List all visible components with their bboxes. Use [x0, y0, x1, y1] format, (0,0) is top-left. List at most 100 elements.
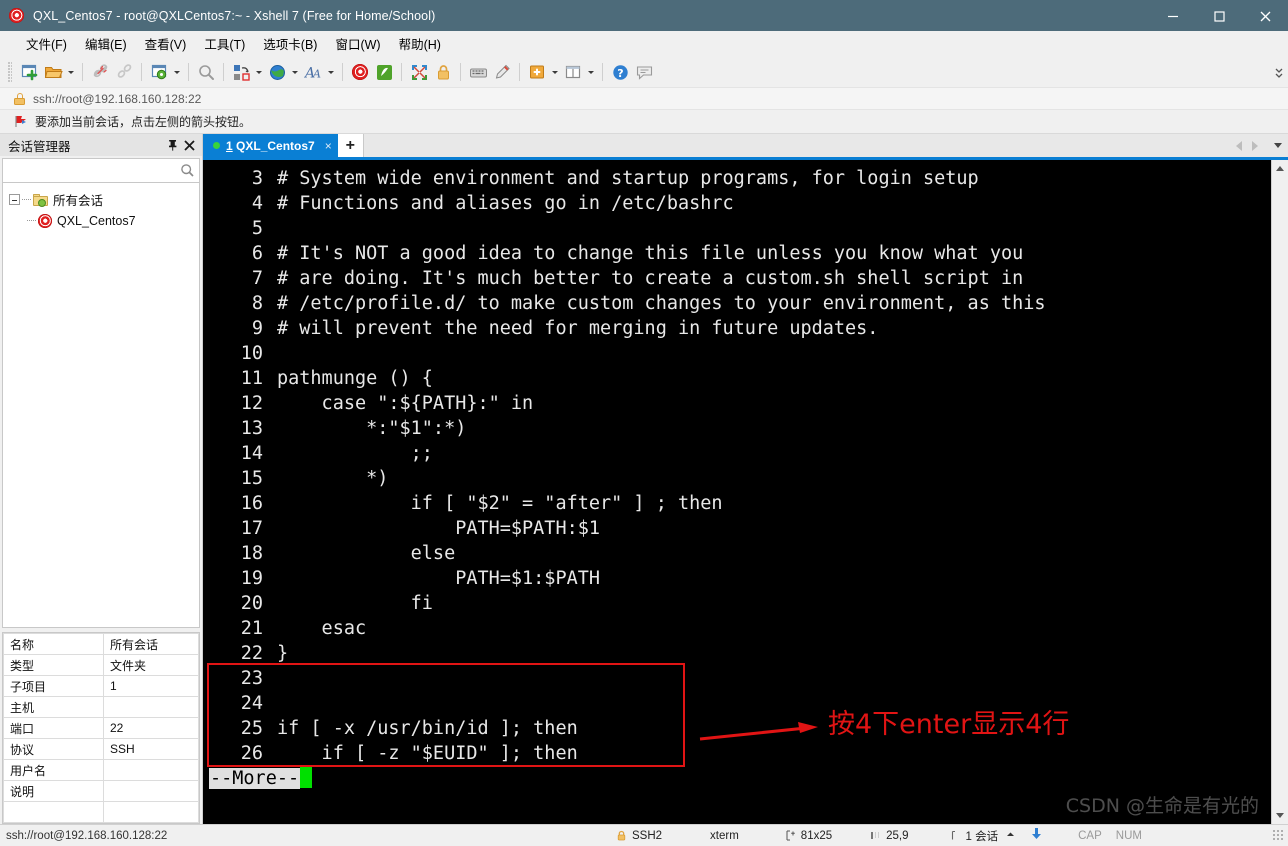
toolbar-separator: [223, 63, 224, 81]
minimize-button[interactable]: [1150, 0, 1196, 31]
prop-value: SSH: [103, 738, 199, 760]
expander-icon[interactable]: [9, 194, 20, 205]
terminal-line: 14 ;;: [203, 441, 1271, 466]
terminal-line-number: 11: [240, 368, 263, 389]
panel-layout-dropdown-icon[interactable]: [585, 60, 597, 84]
terminal-line-text: PATH=$PATH:$1: [277, 518, 601, 539]
feedback-icon[interactable]: [632, 60, 656, 84]
toolbar-separator: [82, 63, 83, 81]
new-tab-button[interactable]: +: [337, 134, 364, 157]
xshell-spiral-icon: [38, 213, 52, 228]
notice-bar: 要添加当前会话，点击左侧的箭头按钮。: [0, 110, 1288, 134]
menu-edit[interactable]: 编辑(E): [76, 31, 136, 57]
keyboard-icon[interactable]: [466, 60, 490, 84]
prop-key: 说明: [3, 780, 104, 802]
terminal-line: 5: [203, 216, 1271, 241]
terminal-screen[interactable]: 3 # System wide environment and startup p…: [203, 160, 1271, 824]
session-properties-table: 名称 所有会话 类型 文件夹 子项目 1 主机 端口 22 协议 SSH 用户名…: [2, 632, 200, 824]
terminal-line-number: 26: [240, 743, 263, 764]
close-icon[interactable]: [181, 136, 198, 154]
panel-layout-icon[interactable]: [561, 60, 585, 84]
address-bar[interactable]: ssh://root@192.168.160.128:22: [0, 87, 1288, 110]
prop-value: [103, 696, 199, 718]
toolbar-grip[interactable]: [8, 62, 12, 82]
notice-text: 要添加当前会话，点击左侧的箭头按钮。: [35, 115, 252, 129]
session-search-box[interactable]: [2, 158, 200, 183]
terminal-line: 6 # It's NOT a good idea to change this f…: [203, 241, 1271, 266]
font-icon[interactable]: A A: [301, 60, 325, 84]
session-properties-icon[interactable]: [147, 60, 171, 84]
terminal-line: 18 else: [203, 541, 1271, 566]
disconnect-icon[interactable]: [88, 60, 112, 84]
window-controls: [1150, 0, 1288, 31]
new-session-icon[interactable]: [17, 60, 41, 84]
help-icon[interactable]: ?: [608, 60, 632, 84]
fullscreen-icon[interactable]: [407, 60, 431, 84]
terminal-line-number: 14: [240, 443, 263, 464]
sessions-expand-icon[interactable]: [1006, 830, 1015, 842]
menu-tabs[interactable]: 选项卡(B): [254, 31, 326, 57]
highlight-icon[interactable]: [490, 60, 514, 84]
resize-grip[interactable]: [1273, 829, 1285, 842]
tab-title: QXL_Centos7: [236, 138, 315, 153]
terminal-line: 16 if [ "$2" = "after" ] ; then: [203, 491, 1271, 516]
folder-icon: [33, 193, 48, 207]
status-size-label: 81x25: [800, 829, 833, 842]
tab-close-icon[interactable]: ×: [325, 139, 332, 153]
lock-icon[interactable]: [431, 60, 455, 84]
terminal-line: 4 # Functions and aliases go in /etc/bash…: [203, 191, 1271, 216]
menu-view[interactable]: 查看(V): [136, 31, 196, 57]
prop-key: 端口: [3, 717, 104, 739]
terminal-line-text: # /etc/profile.d/ to make custom changes…: [277, 293, 1046, 314]
find-icon[interactable]: [194, 60, 218, 84]
terminal-line-number: 9: [251, 318, 263, 339]
triangle-left-icon[interactable]: [1236, 140, 1242, 151]
globe-icon[interactable]: [265, 60, 289, 84]
chevron-down-icon[interactable]: [1274, 143, 1282, 148]
triangle-right-icon[interactable]: [1252, 140, 1258, 151]
scroll-down-button[interactable]: [1272, 807, 1288, 824]
terminal-line-number: 10: [240, 343, 263, 364]
xshell-spiral-icon[interactable]: [348, 60, 372, 84]
terminal-prompt-row: --More--: [203, 766, 1271, 791]
menu-file[interactable]: 文件(F): [17, 31, 76, 57]
open-folder-icon[interactable]: [41, 60, 65, 84]
scroll-track[interactable]: [1271, 177, 1288, 807]
session-manager-header: 会话管理器: [0, 134, 202, 156]
maximize-button[interactable]: [1196, 0, 1242, 31]
tree-item-qxl-centos7[interactable]: QXL_Centos7: [3, 210, 199, 231]
layout-dropdown-icon[interactable]: [253, 60, 265, 84]
add-note-dropdown-icon[interactable]: [549, 60, 561, 84]
globe-dropdown-icon[interactable]: [289, 60, 301, 84]
session-tree[interactable]: 所有会话 QXL_Centos7: [2, 183, 200, 628]
add-note-icon[interactable]: [525, 60, 549, 84]
toolbar-separator: [602, 63, 603, 81]
menu-help[interactable]: 帮助(H): [390, 31, 450, 57]
session-manager-title: 会话管理器: [8, 139, 71, 154]
menu-window[interactable]: 窗口(W): [326, 31, 389, 57]
terminal-line-number: 3: [251, 168, 263, 189]
terminal-line: 23: [203, 666, 1271, 691]
session-properties-dropdown-icon[interactable]: [171, 60, 183, 84]
reconnect-icon[interactable]: [112, 60, 136, 84]
pin-icon[interactable]: [164, 136, 181, 154]
open-folder-dropdown-icon[interactable]: [65, 60, 77, 84]
toolbar-overflow-icon[interactable]: [1274, 57, 1284, 87]
search-input[interactable]: [3, 159, 199, 182]
prop-value: [103, 780, 199, 802]
tab-bar: 1 QXL_Centos7 × +: [203, 134, 1288, 160]
layout-icon[interactable]: [229, 60, 253, 84]
toolbar-separator: [188, 63, 189, 81]
table-row: 用户名: [3, 759, 199, 781]
font-dropdown-icon[interactable]: [325, 60, 337, 84]
terminal-line-number: 19: [240, 568, 263, 589]
tab-qxl-centos7[interactable]: 1 QXL_Centos7 ×: [203, 134, 338, 157]
menu-tools[interactable]: 工具(T): [195, 31, 254, 57]
terminal-line-number: 13: [240, 418, 263, 439]
tree-item-all-sessions[interactable]: 所有会话: [3, 189, 199, 210]
menu-bar: 文件(F) 编辑(E) 查看(V) 工具(T) 选项卡(B) 窗口(W) 帮助(…: [0, 31, 1288, 57]
scroll-up-button[interactable]: [1272, 160, 1288, 177]
close-button[interactable]: [1242, 0, 1288, 31]
xftp-icon[interactable]: [372, 60, 396, 84]
terminal-scrollbar[interactable]: [1271, 160, 1288, 824]
